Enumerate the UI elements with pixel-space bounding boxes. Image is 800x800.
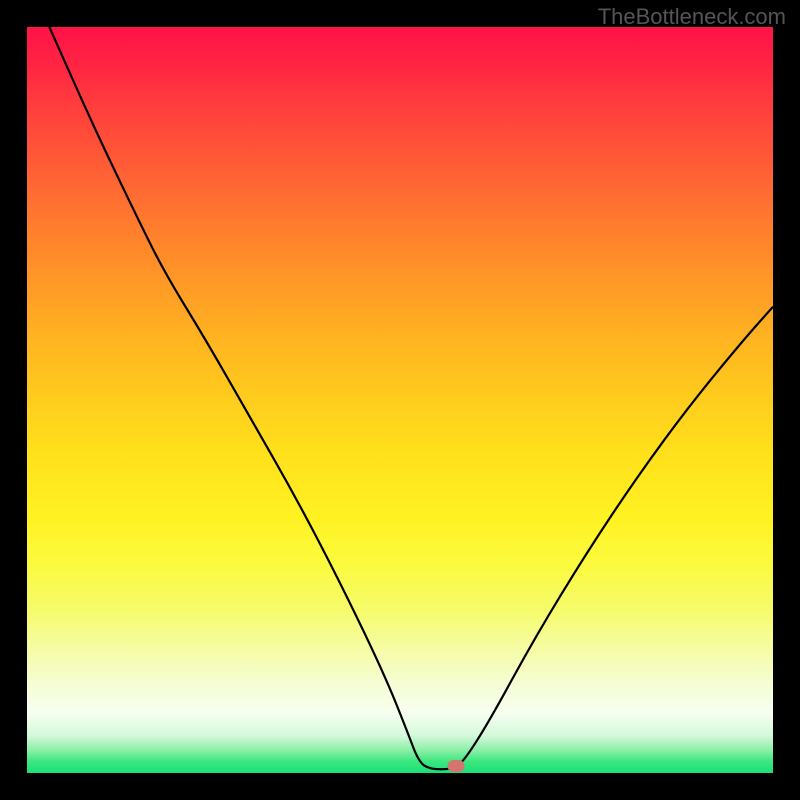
watermark-text: TheBottleneck.com bbox=[598, 4, 786, 30]
bottleneck-curve bbox=[27, 27, 773, 773]
chart-plot-area bbox=[27, 27, 773, 773]
optimal-point-marker bbox=[447, 760, 464, 772]
